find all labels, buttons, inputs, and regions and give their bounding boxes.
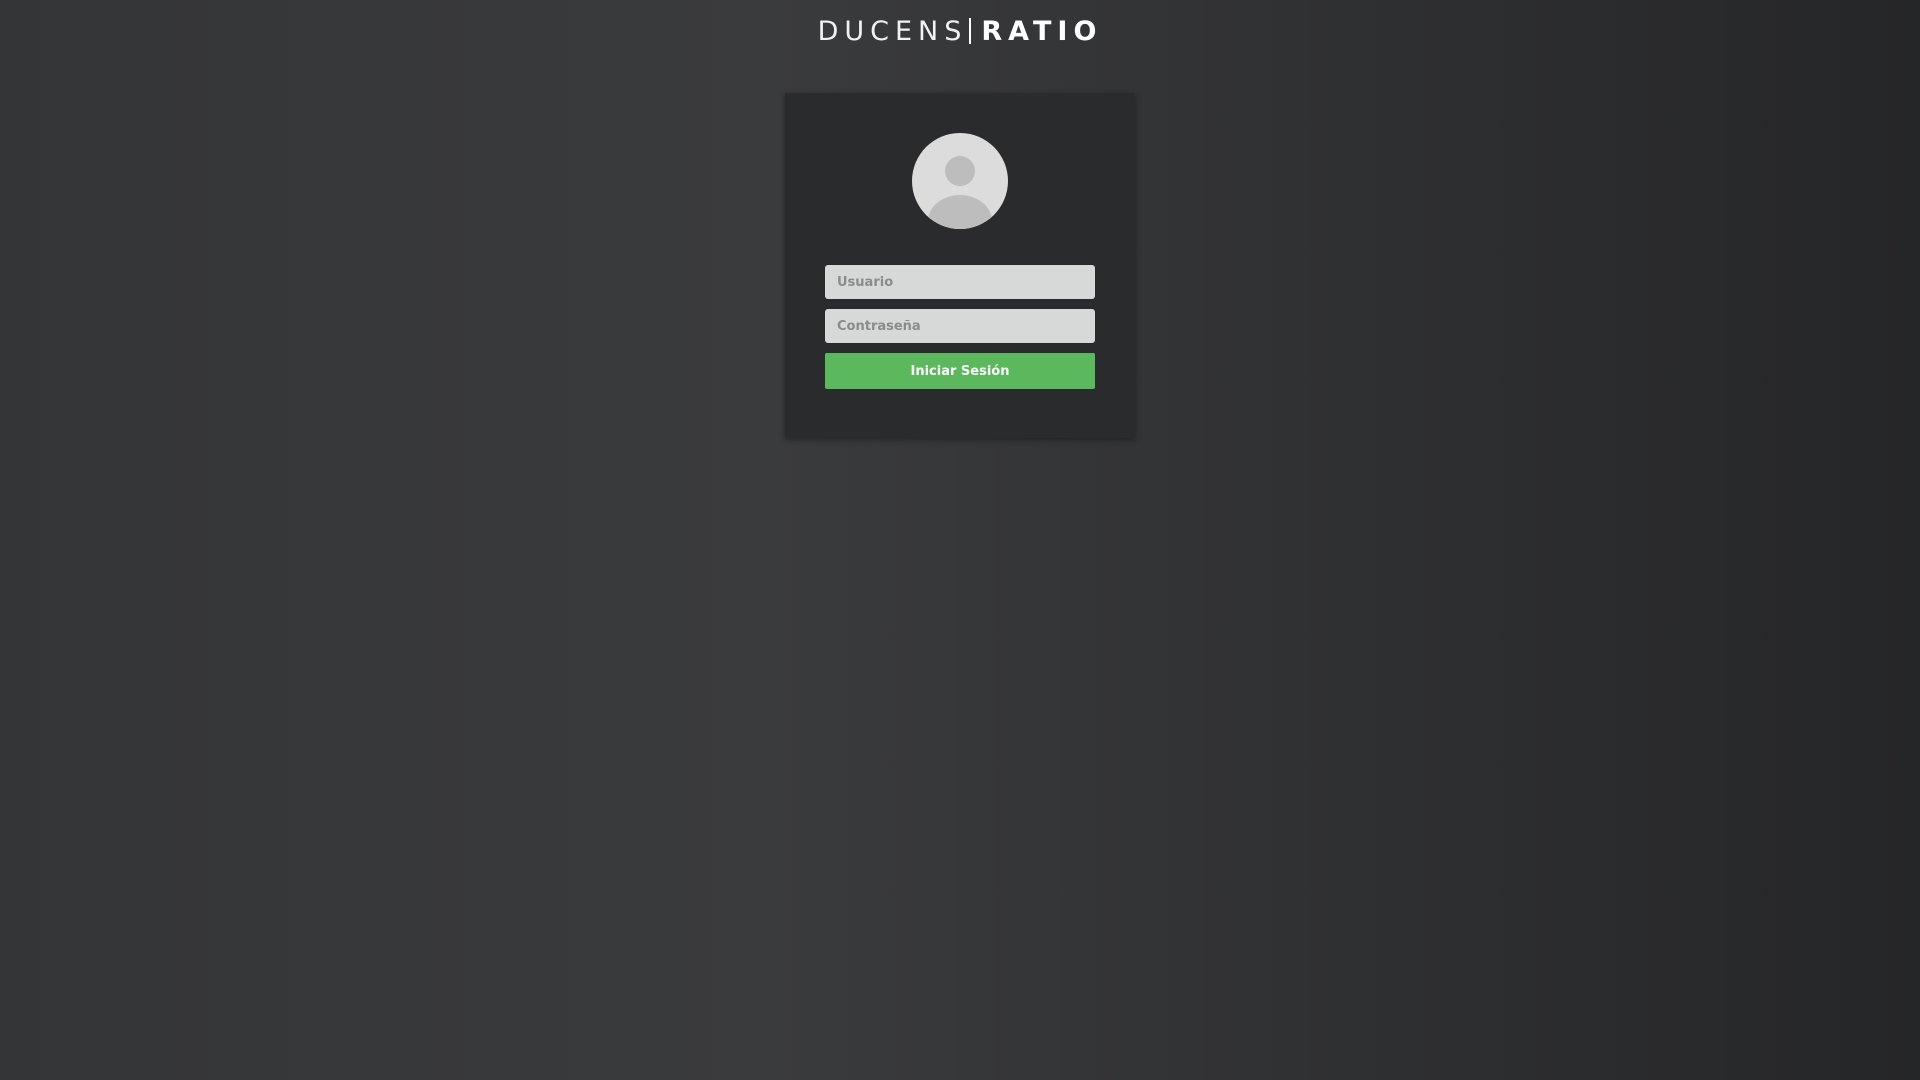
user-avatar-icon: [912, 133, 1008, 229]
username-input[interactable]: [825, 265, 1095, 299]
password-input[interactable]: [825, 309, 1095, 343]
brand-logo: DUCENS RATIO: [0, 14, 1920, 50]
brand-logo-separator: [969, 18, 972, 44]
login-card: Iniciar Sesión: [785, 93, 1135, 438]
brand-logo-light-text: DUCENS: [817, 16, 968, 47]
login-button[interactable]: Iniciar Sesión: [825, 353, 1095, 389]
brand-logo-bold-text: RATIO: [981, 16, 1103, 47]
